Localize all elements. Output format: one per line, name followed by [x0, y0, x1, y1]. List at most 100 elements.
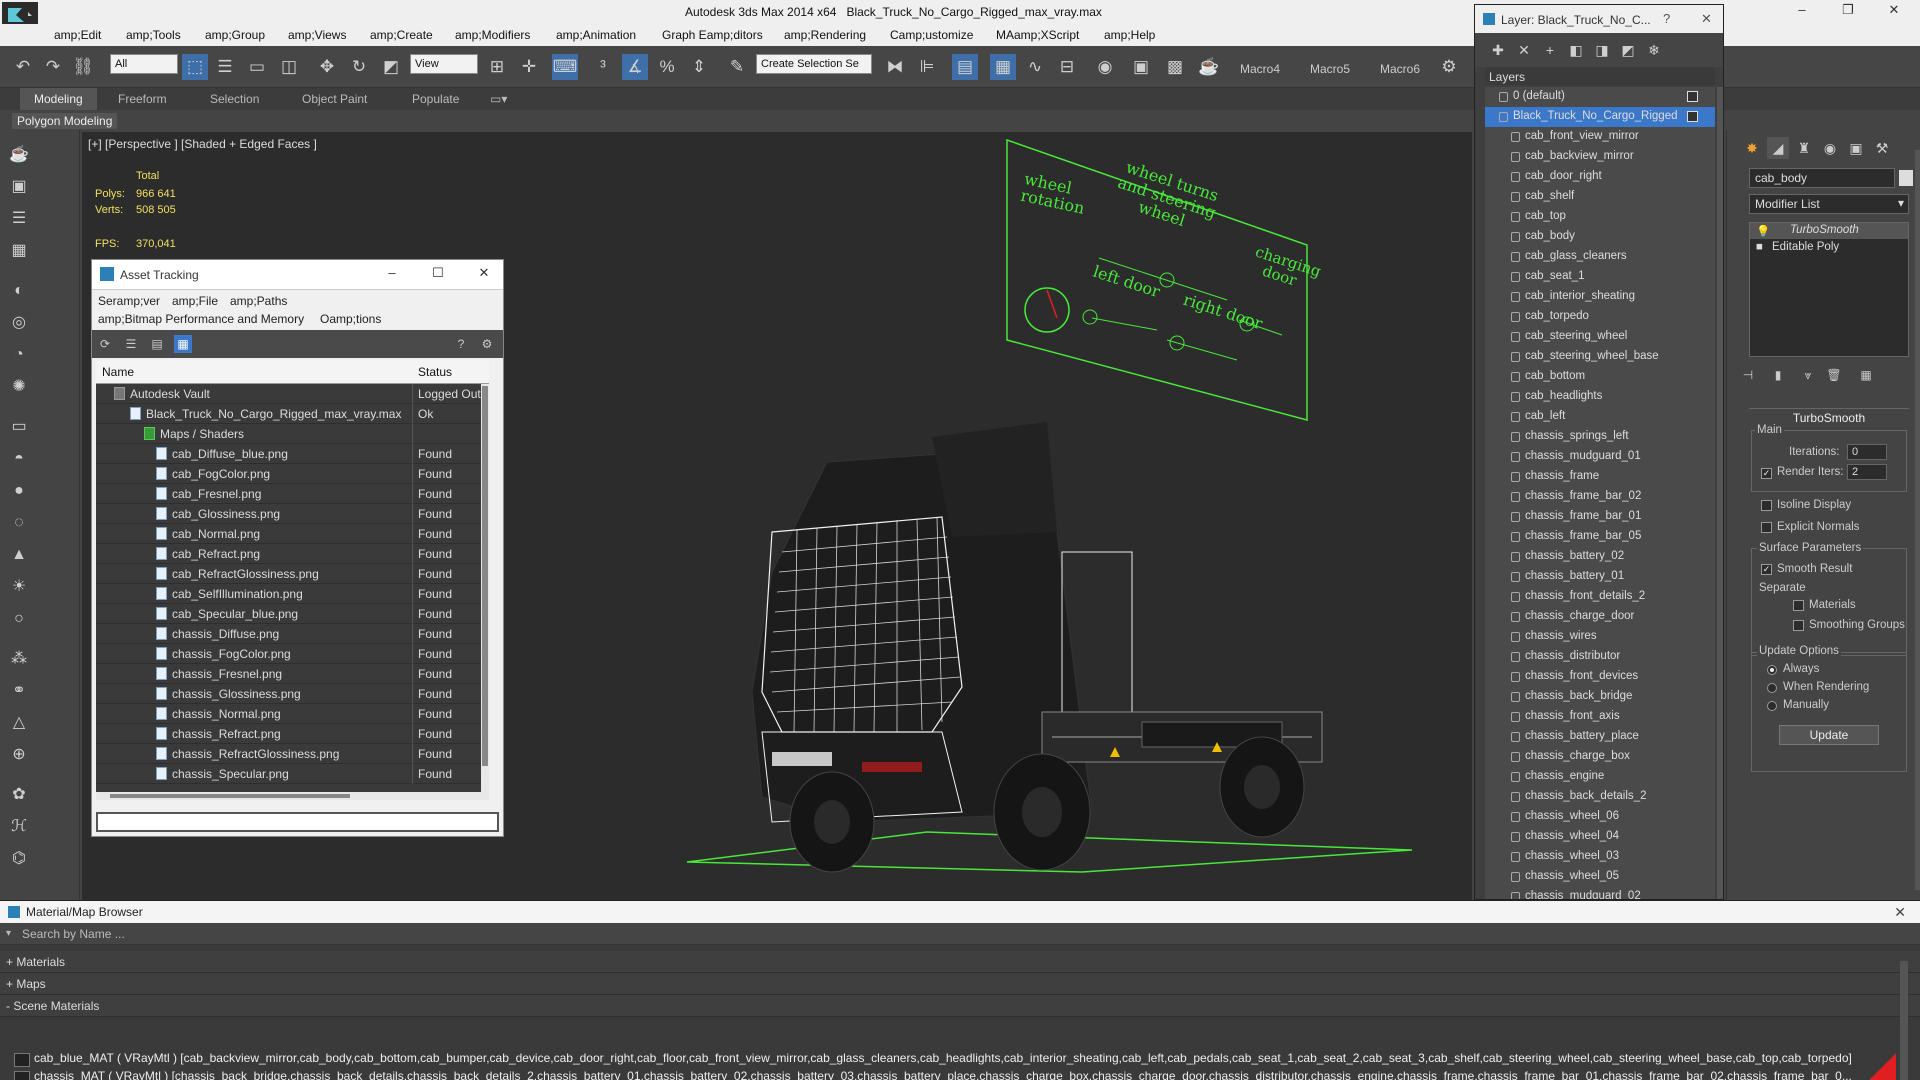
menu-modifiers[interactable]: amp;Modifiers [455, 28, 530, 42]
globe-icon[interactable]: ⊕ [6, 742, 32, 768]
command-panel-scrollbar[interactable] [1915, 150, 1920, 890]
list-view-icon[interactable]: ☰ [122, 335, 140, 353]
layer-object-row[interactable]: cab_seat_1 [1485, 267, 1715, 287]
render-iters-checkbox[interactable]: ✓ [1761, 468, 1772, 479]
layer-help-button[interactable]: ? [1663, 11, 1670, 26]
layer-object-row[interactable]: chassis_wheel_06 [1485, 807, 1715, 827]
layer-object-row[interactable]: chassis_charge_door [1485, 607, 1715, 627]
layer-new-icon[interactable]: ✚ [1489, 41, 1507, 59]
materials-checkbox[interactable] [1793, 600, 1804, 611]
mirror-icon[interactable]: ⧓ [882, 54, 908, 80]
make-unique-icon[interactable]: ⩔ [1797, 364, 1819, 386]
tab-populate[interactable]: Populate [412, 92, 459, 106]
light-icon[interactable]: ◐ [6, 278, 32, 304]
schematic-view-icon[interactable]: ⊟ [1054, 54, 1080, 80]
layer-highlight-icon[interactable]: ◨ [1593, 41, 1611, 59]
category-scene-materials[interactable]: - Scene Materials [0, 995, 1920, 1017]
asset-row[interactable]: chassis_FogColor.png Found [96, 644, 489, 664]
menu-tools[interactable]: amp;Tools [126, 28, 181, 42]
layer-object-row[interactable]: chassis_frame_bar_01 [1485, 507, 1715, 527]
smooth-result-checkbox[interactable]: ✓ [1761, 564, 1772, 575]
edit-named-sel-icon[interactable]: ✎ [724, 54, 750, 80]
asset-row[interactable]: chassis_Normal.png Found [96, 704, 489, 724]
thumbnail-view-icon[interactable]: ▤ [148, 335, 166, 353]
spacewarp-icon[interactable]: ✺ [6, 374, 32, 400]
plant-icon[interactable]: ✿ [6, 782, 32, 808]
iterations-spinner[interactable]: 0 [1847, 444, 1887, 460]
layer-row[interactable]: 0 (default) [1485, 87, 1715, 107]
camera-icon[interactable]: ◎ [6, 310, 32, 336]
settings-gear-icon[interactable]: ⚙ [1436, 54, 1462, 80]
category-maps[interactable]: + Maps [0, 973, 1920, 995]
scale-icon[interactable]: ◩ [378, 54, 404, 80]
smoothing-groups-checkbox[interactable] [1793, 620, 1804, 631]
spinner-snap-icon[interactable]: ⇕ [686, 54, 712, 80]
menu-customize[interactable]: Camp;ustomize [890, 28, 973, 42]
helper-icon[interactable]: ◔ [6, 342, 32, 368]
asset-row[interactable]: cab_Refract.png Found [96, 544, 489, 564]
asset-minimize-button[interactable]: – [382, 265, 402, 280]
create-tab-icon[interactable]: ✸ [1741, 137, 1763, 159]
ball-icon[interactable]: ○ [6, 606, 32, 632]
layer-row[interactable]: Black_Truck_No_Cargo_Rigged [1485, 107, 1715, 127]
layer-object-row[interactable]: cab_headlights [1485, 387, 1715, 407]
menu-group[interactable]: amp;Group [205, 28, 265, 42]
category-materials[interactable]: + Materials [0, 951, 1920, 973]
keyboard-shortcut-icon[interactable]: ⌨ [552, 54, 578, 80]
layer-object-row[interactable]: chassis_battery_place [1485, 727, 1715, 747]
object-name-field[interactable]: cab_body [1749, 168, 1895, 188]
particles-icon[interactable]: ⁂ [6, 646, 32, 672]
always-radio[interactable] [1767, 665, 1777, 675]
asset-row[interactable]: chassis_Refract.png Found [96, 724, 489, 744]
maximize-button[interactable]: ❐ [1828, 2, 1868, 22]
asset-row[interactable]: chassis_Fresnel.png Found [96, 664, 489, 684]
layer-object-row[interactable]: chassis_springs_left [1485, 427, 1715, 447]
layer-scrollbar[interactable] [1717, 87, 1723, 899]
layer-object-row[interactable]: cab_torpedo [1485, 307, 1715, 327]
select-object-icon[interactable]: ⬚ [182, 54, 208, 80]
asset-path-input[interactable] [96, 812, 499, 832]
options-icon[interactable]: ⚙ [478, 335, 496, 353]
bones-icon[interactable]: ⚭ [6, 678, 32, 704]
material-search-input[interactable]: Search by Name ... [22, 927, 125, 941]
menu-views[interactable]: amp;Views [288, 28, 346, 42]
list-icon[interactable]: ☰ [6, 206, 32, 232]
column-status[interactable]: Status [418, 365, 452, 379]
window-crossing-icon[interactable]: ◫ [276, 54, 302, 80]
utilities-tab-icon[interactable]: ⚒ [1871, 137, 1893, 159]
stack-item-turbosmooth[interactable]: TurboSmooth [1790, 224, 1859, 236]
asset-hscroll-thumb[interactable] [110, 794, 350, 798]
undo-icon[interactable]: ↶ [10, 54, 36, 80]
pyramid-icon[interactable]: △ [6, 710, 32, 736]
asset-vscroll-thumb[interactable] [482, 386, 488, 766]
update-button[interactable]: Update [1779, 725, 1879, 745]
display-tab-icon[interactable]: ▣ [1845, 137, 1867, 159]
layer-object-row[interactable]: chassis_frame [1485, 467, 1715, 487]
remove-modifier-icon[interactable]: 🗑 [1823, 364, 1845, 386]
layer-object-row[interactable]: cab_steering_wheel [1485, 327, 1715, 347]
polygon-modeling-label[interactable]: Polygon Modeling [12, 113, 118, 129]
torus-icon[interactable]: ◌ [6, 510, 32, 536]
render-iters-spinner[interactable]: 2 [1847, 464, 1887, 480]
asset-row[interactable]: cab_Diffuse_blue.png Found [96, 444, 489, 464]
spring-icon[interactable]: ⌬ [6, 846, 32, 872]
layer-object-row[interactable]: chassis_wheel_04 [1485, 827, 1715, 847]
isoline-checkbox[interactable] [1761, 500, 1772, 511]
ribbon-options-icon[interactable]: ▭▾ [490, 92, 507, 106]
layer-object-row[interactable]: chassis_battery_01 [1485, 567, 1715, 587]
asset-vertical-scrollbar[interactable] [481, 384, 489, 792]
layer-explorer-titlebar[interactable]: Layer: Black_Truck_No_C... ? ✕ [1475, 5, 1723, 33]
layer-object-row[interactable]: chassis_back_details_2 [1485, 787, 1715, 807]
layer-object-row[interactable]: cab_steering_wheel_base [1485, 347, 1715, 367]
render-production-icon[interactable]: ☕ [1196, 54, 1222, 80]
hierarchy-tab-icon[interactable]: ♜ [1793, 137, 1815, 159]
layer-object-row[interactable]: chassis_distributor [1485, 647, 1715, 667]
layer-select-icon[interactable]: ◧ [1567, 41, 1585, 59]
asset-row[interactable]: cab_RefractGlossiness.png Found [96, 564, 489, 584]
help-icon[interactable]: ? [452, 335, 470, 353]
menu-animation[interactable]: amp;Animation [556, 28, 636, 42]
layer-current-checkbox[interactable] [1687, 91, 1698, 102]
refresh-icon[interactable]: ⟳ [96, 335, 114, 353]
configure-sets-icon[interactable]: ▦ [1855, 364, 1877, 386]
asset-row[interactable]: Black_Truck_No_Cargo_Rigged_max_vray.max… [96, 404, 489, 424]
